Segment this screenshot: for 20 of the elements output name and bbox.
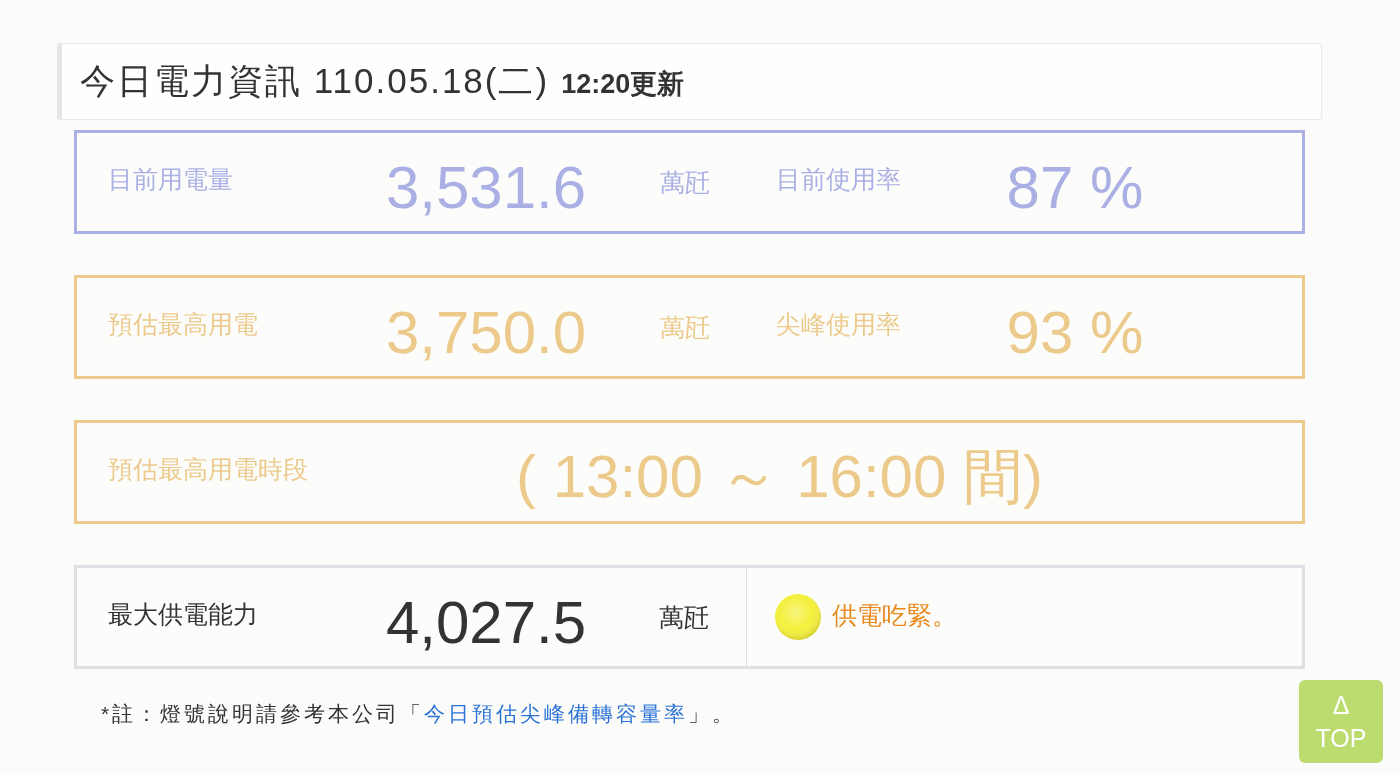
rate-label: 尖峰使用率 [775, 308, 902, 340]
update-time: 12:20更新 [561, 68, 685, 101]
footnote-link[interactable]: 今日預估尖峰備轉容量率 [424, 702, 689, 725]
rate-label: 目前使用率 [775, 163, 902, 195]
reading-label: 預估最高用電 [107, 308, 259, 340]
unit-label: 萬瓩 [659, 311, 711, 343]
period-value: ( 13:00 ～ 16:00 間) [516, 441, 1043, 512]
rate-value: 93 % [1005, 297, 1145, 367]
unit-label: 萬瓩 [659, 166, 711, 198]
page-title: 今日電力資訊 110.05.18(二) [80, 60, 550, 102]
rate-value: 87 % [1005, 152, 1145, 222]
reading-value: 3,531.6 [384, 152, 588, 222]
reading-value: 3,750.0 [384, 297, 588, 367]
period-label: 預估最高用電時段 [107, 453, 309, 485]
status-text: 供電吃緊。 [832, 599, 957, 631]
capacity-label: 最大供電能力 [107, 598, 259, 630]
footnote: *註：燈號說明請參考本公司「今日預估尖峰備轉容量率」。 [101, 701, 737, 727]
reading-label: 目前用電量 [107, 163, 234, 195]
unit-label: 萬瓩 [658, 601, 710, 633]
capacity-value: 4,027.5 [384, 587, 588, 657]
